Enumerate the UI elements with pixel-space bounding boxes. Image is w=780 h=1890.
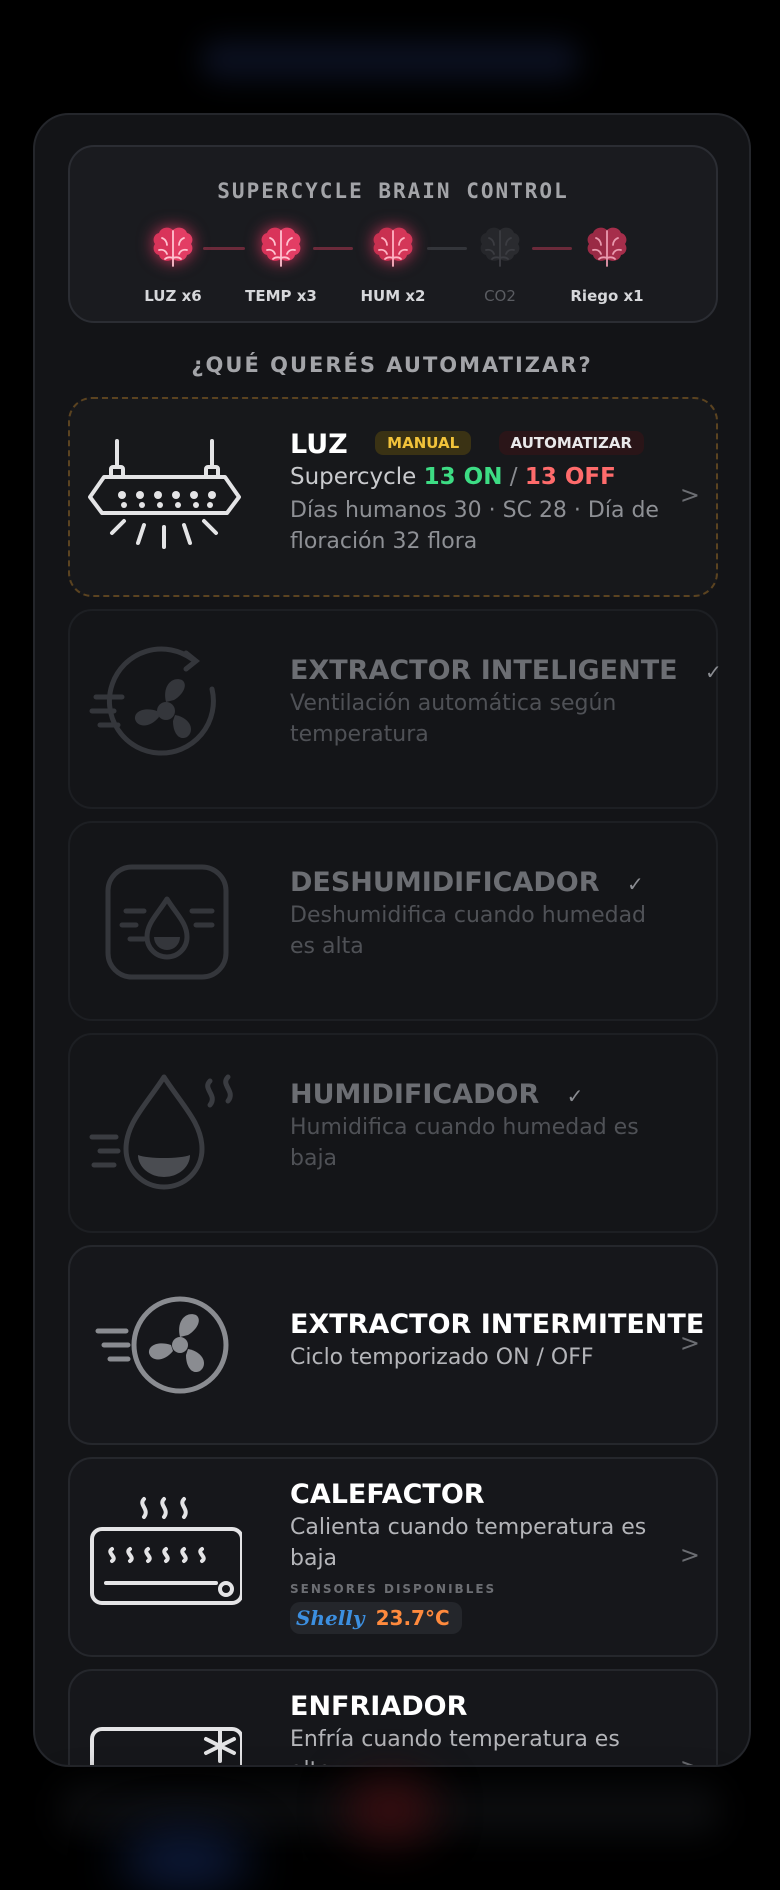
- brain-control-card: SUPERCYCLE BRAIN CONTROL LUZ x6 TEMP x3 …: [68, 145, 718, 323]
- connector: [427, 247, 467, 250]
- sensor-chip[interactable]: Shelly 23.7°C: [290, 1602, 462, 1634]
- automation-panel: SUPERCYCLE BRAIN CONTROL LUZ x6 TEMP x3 …: [33, 113, 751, 1767]
- card-enfriador-content: ENFRIADOR Enfría cuando temperatura es a…: [290, 1691, 666, 1765]
- cooler-icon: [90, 1727, 242, 1765]
- grow-light-icon: [88, 439, 241, 549]
- brain-control-title: SUPERCYCLE BRAIN CONTROL: [217, 179, 569, 203]
- brain-icon-hum[interactable]: [368, 223, 418, 273]
- card-humidificador-title: HUMIDIFICADOR: [290, 1079, 540, 1110]
- shelly-logo: Shelly: [296, 1606, 365, 1630]
- supercycle-line: Supercycle 13 ON / 13 OFF: [290, 462, 666, 493]
- card-calefactor[interactable]: CALEFACTOR Calienta cuando temperatura e…: [68, 1457, 718, 1657]
- blurred-header: [200, 40, 580, 80]
- brain-icon: [480, 227, 520, 267]
- card-extractor-inteligente[interactable]: EXTRACTOR INTELIGENTE ✓ Ventilación auto…: [68, 609, 722, 809]
- card-calefactor-desc: Calienta cuando temperatura es baja: [290, 1515, 647, 1571]
- brain-icon-co2[interactable]: [475, 223, 525, 273]
- card-extractor-inteligente-title: EXTRACTOR INTELIGENTE: [290, 655, 678, 686]
- checkmark-icon: ✓: [626, 872, 644, 896]
- card-extractor-intermitente-content: EXTRACTOR INTERMITENTE Ciclo temporizado…: [290, 1309, 705, 1373]
- card-luz-content: LUZ MANUAL AUTOMATIZAR Supercycle 13 ON …: [290, 429, 666, 557]
- chevron-right-icon[interactable]: >: [680, 1541, 700, 1569]
- smart-extractor-icon: [89, 646, 216, 756]
- off-value: 13 OFF: [524, 464, 616, 490]
- brain-label-co2: CO2: [484, 287, 516, 305]
- card-extractor-inteligente-content: EXTRACTOR INTELIGENTE ✓ Ventilación auto…: [290, 655, 722, 750]
- section-title: ¿QUÉ QUERÉS AUTOMATIZAR?: [191, 353, 593, 377]
- brain-label-temp: TEMP x3: [245, 287, 317, 305]
- brain-icon: [587, 227, 627, 267]
- card-enfriador-title: ENFRIADOR: [290, 1691, 468, 1722]
- brain-label-hum: HUM x2: [360, 287, 426, 305]
- chevron-right-icon[interactable]: >: [680, 481, 700, 509]
- sensor-temperature: 23.7°C: [375, 1606, 450, 1630]
- brain-icon: [373, 227, 413, 267]
- supercycle-prefix: Supercycle: [290, 464, 417, 490]
- card-extractor-inteligente-desc: Ventilación automática según temperatura: [290, 691, 617, 747]
- card-luz-title: LUZ: [290, 429, 348, 460]
- on-off-separator: /: [509, 464, 518, 490]
- card-deshumidificador-title: DESHUMIDIFICADOR: [290, 867, 600, 898]
- manual-badge[interactable]: MANUAL: [375, 430, 472, 455]
- brain-icon-riego[interactable]: [582, 223, 632, 273]
- heater-icon: [90, 1497, 242, 1605]
- chevron-right-icon[interactable]: >: [680, 1329, 700, 1357]
- card-calefactor-content: CALEFACTOR Calienta cuando temperatura e…: [290, 1479, 666, 1634]
- card-luz[interactable]: LUZ MANUAL AUTOMATIZAR Supercycle 13 ON …: [68, 397, 718, 597]
- card-humidificador-desc: Humidifica cuando humedad es baja: [290, 1115, 639, 1171]
- sensors-label: SENSORES DISPONIBLES: [290, 1582, 497, 1596]
- card-deshumidificador-content: DESHUMIDIFICADOR ✓ Deshumidifica cuando …: [290, 867, 666, 962]
- brain-icon: [261, 227, 301, 267]
- card-extractor-intermitente[interactable]: EXTRACTOR INTERMITENTE Ciclo temporizado…: [68, 1245, 718, 1445]
- brain-icon-temp[interactable]: [256, 223, 306, 273]
- brain-icon-luz[interactable]: [148, 223, 198, 273]
- card-extractor-intermitente-desc: Ciclo temporizado ON / OFF: [290, 1345, 594, 1370]
- checkmark-icon: ✓: [704, 660, 722, 684]
- blurred-bottom-nav: [0, 1770, 780, 1890]
- card-extractor-intermitente-title: EXTRACTOR INTERMITENTE: [290, 1309, 705, 1340]
- card-deshumidificador-desc: Deshumidifica cuando humedad es alta: [290, 903, 647, 959]
- extractor-fan-icon: [95, 1296, 229, 1394]
- brain-icon: [153, 227, 193, 267]
- connector: [203, 247, 245, 250]
- card-humidificador[interactable]: HUMIDIFICADOR ✓ Humidifica cuando humeda…: [68, 1033, 718, 1233]
- brain-label-luz: LUZ x6: [144, 287, 202, 305]
- card-humidificador-content: HUMIDIFICADOR ✓ Humidifica cuando humeda…: [290, 1079, 666, 1174]
- card-luz-details: Días humanos 30 · SC 28 · Día de floraci…: [290, 498, 659, 554]
- automatizar-button[interactable]: AUTOMATIZAR: [498, 430, 645, 455]
- on-value: 13 ON: [423, 464, 503, 490]
- checkmark-icon: ✓: [566, 1084, 584, 1108]
- connector: [313, 247, 353, 250]
- card-enfriador-desc: Enfría cuando temperatura es alta: [290, 1727, 620, 1765]
- card-calefactor-title: CALEFACTOR: [290, 1479, 485, 1510]
- brain-label-riego: Riego x1: [570, 287, 644, 305]
- dehumidifier-icon: [105, 864, 229, 980]
- card-deshumidificador[interactable]: DESHUMIDIFICADOR ✓ Deshumidifica cuando …: [68, 821, 718, 1021]
- humidifier-icon: [89, 1074, 233, 1190]
- chevron-right-icon[interactable]: >: [680, 1753, 700, 1765]
- connector: [532, 247, 572, 250]
- card-enfriador[interactable]: ENFRIADOR Enfría cuando temperatura es a…: [68, 1669, 718, 1765]
